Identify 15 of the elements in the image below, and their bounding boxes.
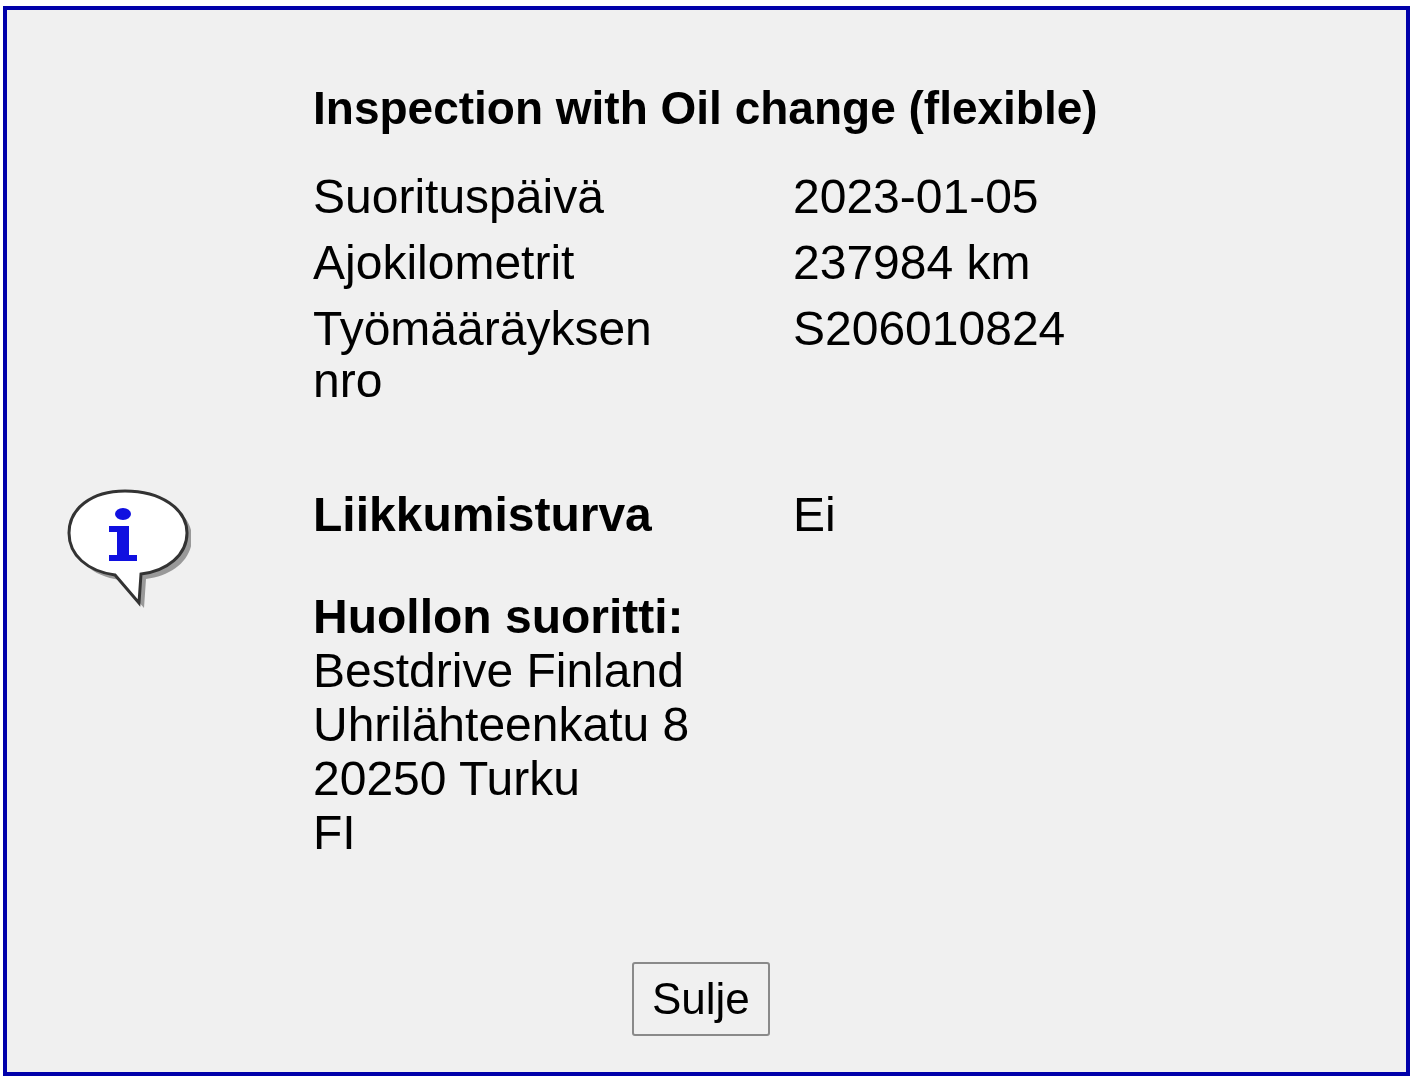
address-line: Bestdrive Finland <box>313 644 684 698</box>
address-line: 20250 Turku <box>313 752 580 806</box>
field-value: S206010824 <box>793 301 1066 357</box>
address-line: FI <box>313 806 356 860</box>
field-value: Ei <box>793 487 836 543</box>
field-label: Suorituspäivä <box>313 169 605 225</box>
close-button[interactable]: Sulje <box>632 962 770 1036</box>
field-label: Liikkumisturva <box>313 487 652 543</box>
dialog-title: Inspection with Oil change (flexible) <box>313 81 1098 136</box>
field-value: 237984 km <box>793 235 1031 291</box>
performer-heading: Huollon suoritti: <box>313 590 684 644</box>
field-label: Työmääräyksen nro <box>313 301 653 409</box>
field-value: 2023-01-05 <box>793 169 1039 225</box>
field-label: Ajokilometrit <box>313 235 576 291</box>
address-line: Uhrilähteenkatu 8 <box>313 698 690 752</box>
